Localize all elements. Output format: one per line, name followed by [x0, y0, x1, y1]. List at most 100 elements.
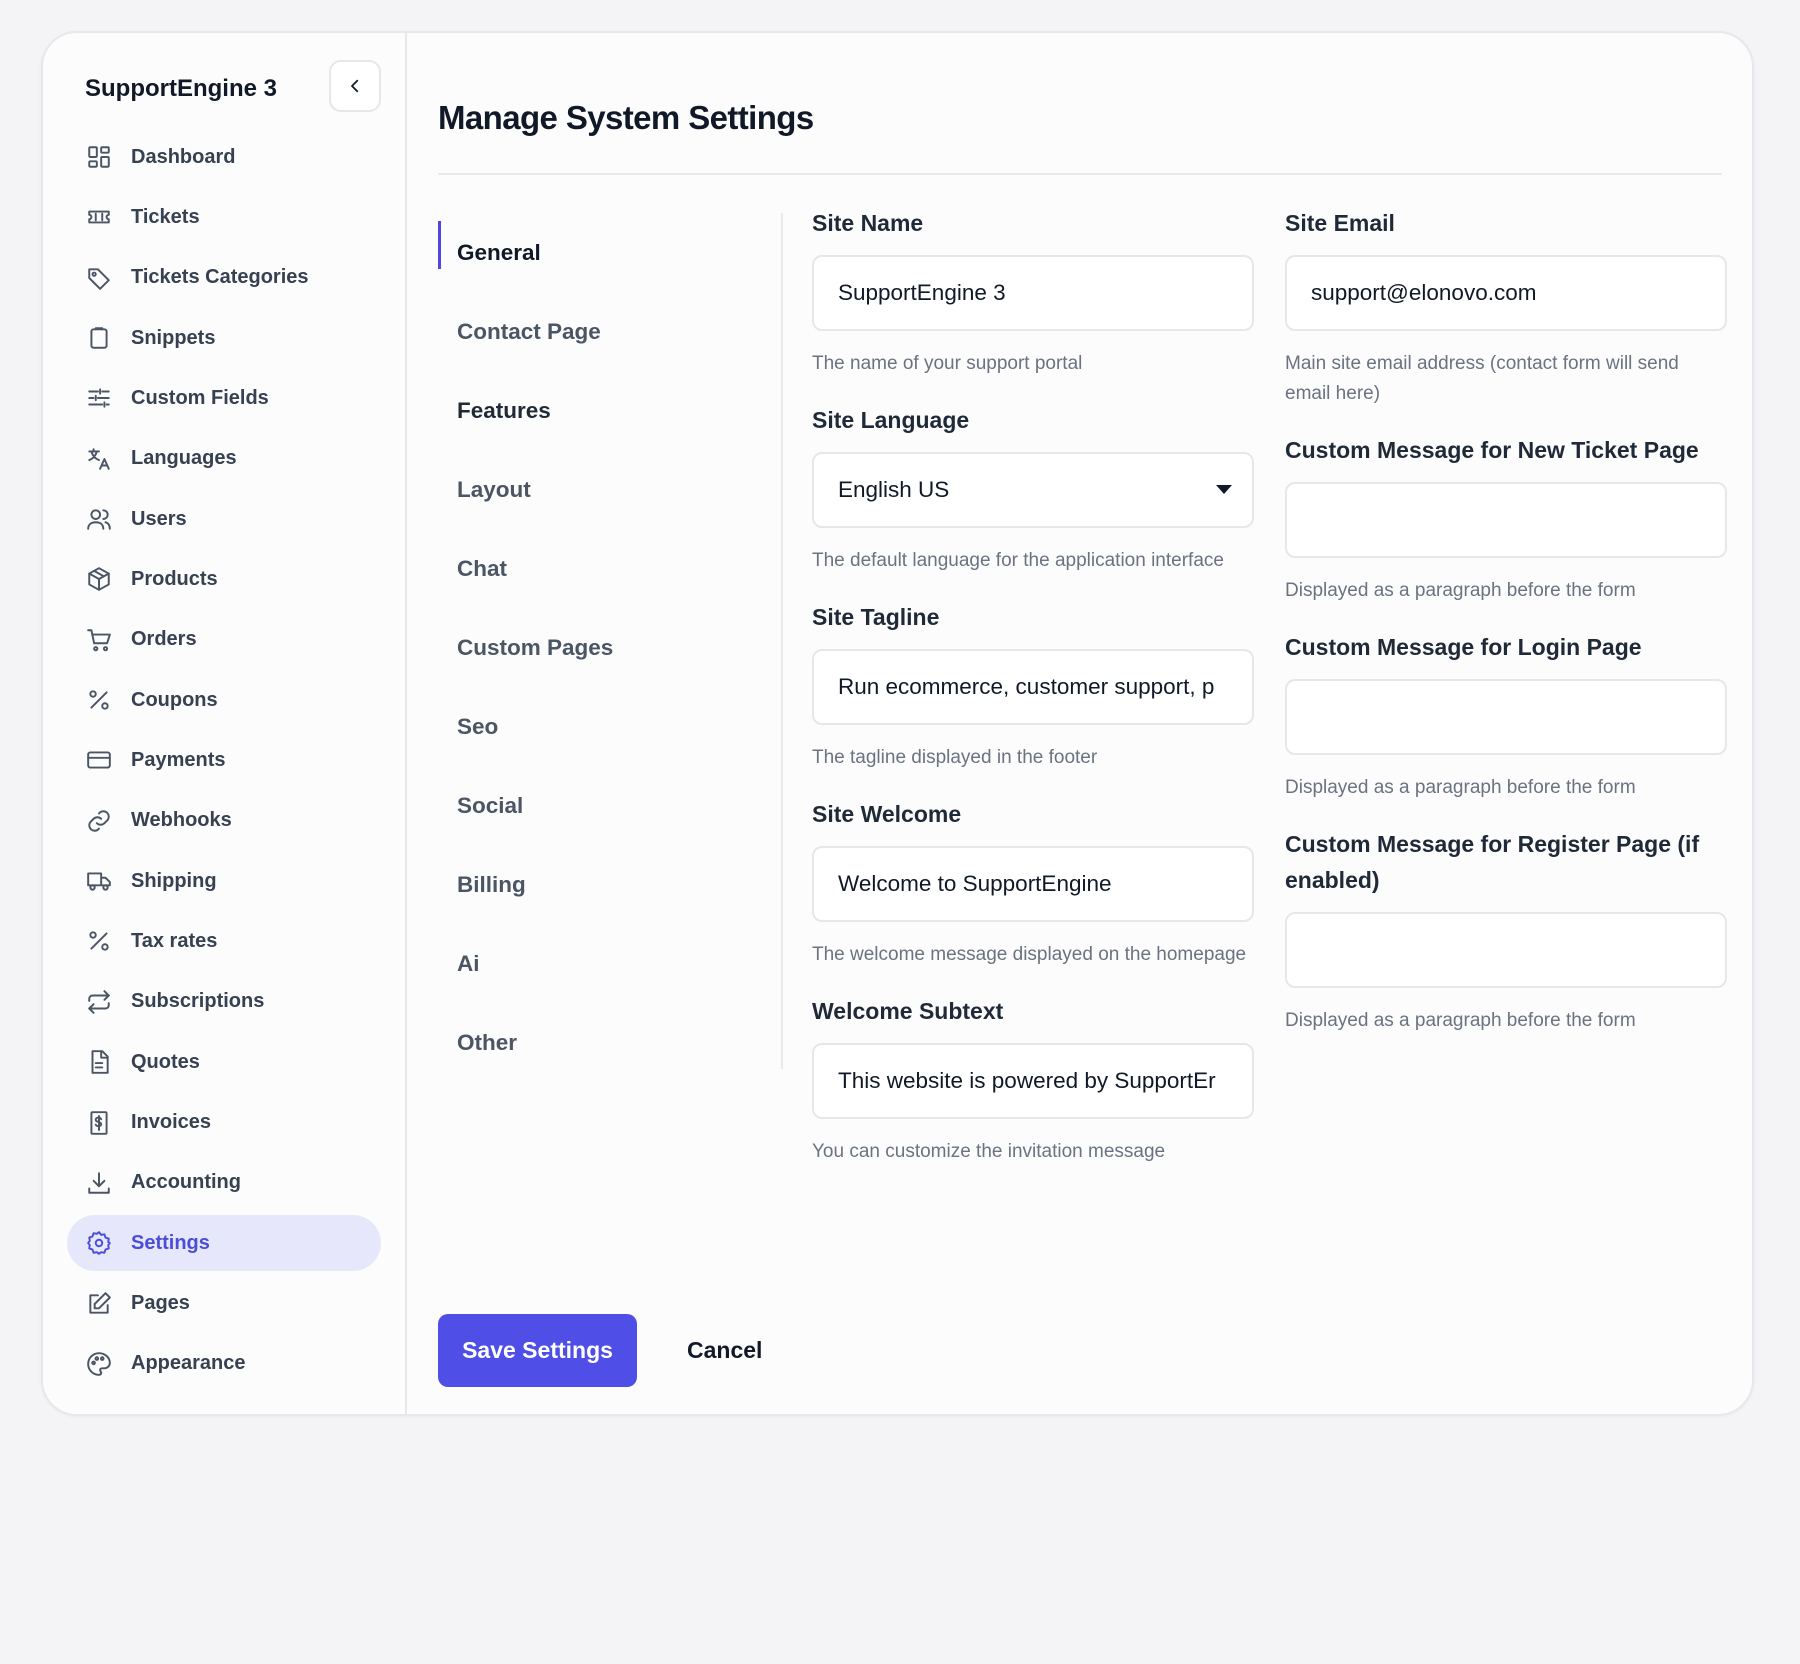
brand-title: SupportEngine 3	[85, 75, 277, 102]
sidebar-item-webhooks[interactable]: Webhooks	[67, 793, 381, 849]
sidebar-item-label: Quotes	[131, 1050, 200, 1073]
sidebar-item-settings[interactable]: Settings	[67, 1215, 381, 1272]
collapse-sidebar-button[interactable]	[329, 60, 381, 112]
sidebar-item-quotes[interactable]: Quotes	[67, 1034, 381, 1090]
site-welcome-help: The welcome message displayed on the hom…	[812, 944, 1247, 965]
site-welcome-label: Site Welcome	[812, 801, 962, 827]
tab-features[interactable]: Features	[438, 371, 781, 450]
sidebar-item-label: Subscriptions	[131, 990, 265, 1013]
tab-contact-page[interactable]: Contact Page	[438, 292, 781, 371]
save-settings-button[interactable]: Save Settings	[438, 1314, 637, 1387]
sidebar-item-label: Tickets Categories	[131, 266, 309, 289]
settings-tabs: General Contact Page Features Layout Cha…	[438, 213, 783, 1069]
sidebar-item-tickets-categories[interactable]: Tickets Categories	[67, 250, 381, 306]
site-email-label: Site Email	[1285, 210, 1395, 236]
sidebar-item-label: Appearance	[131, 1352, 246, 1375]
sidebar-item-label: Accounting	[131, 1171, 241, 1194]
sidebar-item-payments[interactable]: Payments	[67, 732, 381, 788]
new-ticket-message-group: Custom Message for New Ticket Page Displ…	[1285, 432, 1727, 606]
site-tagline-help: The tagline displayed in the footer	[812, 747, 1098, 768]
sidebar-item-coupons[interactable]: Coupons	[67, 672, 381, 728]
site-welcome-input[interactable]: Welcome to SupportEngine	[812, 846, 1254, 922]
new-ticket-message-label: Custom Message for New Ticket Page	[1285, 437, 1699, 463]
box-icon	[85, 565, 113, 593]
sidebar-item-label: Tickets	[131, 205, 200, 228]
document-icon	[85, 1048, 113, 1076]
palette-icon	[85, 1350, 113, 1378]
translate-icon	[85, 445, 113, 473]
cart-icon	[85, 626, 113, 654]
repeat-icon	[85, 988, 113, 1016]
sidebar-item-label: Snippets	[131, 326, 216, 349]
users-icon	[85, 505, 113, 533]
sidebar-item-tax-rates[interactable]: Tax rates	[67, 913, 381, 969]
tab-ai[interactable]: Ai	[438, 924, 781, 1003]
welcome-subtext-input[interactable]: This website is powered by SupportEr	[812, 1043, 1254, 1119]
sidebar-item-shipping[interactable]: Shipping	[67, 853, 381, 909]
caret-down-icon	[1216, 485, 1232, 494]
divider	[438, 173, 1722, 175]
sidebar-item-label: Custom Fields	[131, 386, 269, 409]
site-name-label: Site Name	[812, 210, 924, 236]
register-message-input[interactable]	[1285, 912, 1727, 988]
site-tagline-input[interactable]: Run ecommerce, customer support, p	[812, 649, 1254, 725]
site-welcome-group: Site Welcome Welcome to SupportEngine Th…	[812, 796, 1254, 970]
sidebar-item-subscriptions[interactable]: Subscriptions	[67, 974, 381, 1030]
truck-icon	[85, 867, 113, 895]
login-message-input[interactable]	[1285, 679, 1727, 755]
welcome-subtext-group: Welcome Subtext This website is powered …	[812, 993, 1254, 1167]
new-ticket-message-input[interactable]	[1285, 482, 1727, 558]
sidebar-item-users[interactable]: Users	[67, 491, 381, 547]
tab-layout[interactable]: Layout	[438, 450, 781, 529]
credit-card-icon	[85, 746, 113, 774]
chevron-left-icon	[351, 79, 359, 93]
site-name-input[interactable]: SupportEngine 3	[812, 255, 1254, 331]
sidebar-item-products[interactable]: Products	[67, 551, 381, 607]
sidebar-item-label: Pages	[131, 1292, 190, 1315]
register-message-help: Displayed as a paragraph before the form	[1285, 1010, 1636, 1031]
site-language-label: Site Language	[812, 407, 970, 433]
sidebar-item-snippets[interactable]: Snippets	[67, 310, 381, 366]
sidebar: SupportEngine 3 Dashboard Tickets Ticket…	[43, 33, 407, 1414]
dashboard-icon	[85, 143, 113, 171]
sidebar-item-dashboard[interactable]: Dashboard	[67, 129, 381, 185]
sidebar-item-label: Orders	[131, 628, 197, 651]
tab-social[interactable]: Social	[438, 766, 781, 845]
sidebar-item-label: Invoices	[131, 1111, 212, 1133]
sidebar-item-pages[interactable]: Pages	[67, 1276, 381, 1332]
app-window: SupportEngine 3 Dashboard Tickets Ticket…	[41, 31, 1754, 1416]
site-language-group: Site Language English US The default lan…	[812, 402, 1254, 576]
sidebar-item-label: Settings	[131, 1231, 210, 1254]
ticket-icon	[85, 203, 113, 231]
edit-icon	[85, 1290, 113, 1318]
register-message-label: Custom Message for Register Page (if ena…	[1285, 831, 1700, 893]
login-message-group: Custom Message for Login Page Displayed …	[1285, 629, 1727, 803]
sidebar-item-label: Languages	[131, 447, 237, 470]
new-ticket-message-help: Displayed as a paragraph before the form	[1285, 580, 1636, 601]
sidebar-item-label: Coupons	[131, 688, 218, 711]
site-language-select[interactable]: English US	[812, 452, 1254, 528]
sidebar-item-languages[interactable]: Languages	[67, 431, 381, 487]
sidebar-item-label: Tax rates	[131, 929, 218, 952]
tab-other[interactable]: Other	[438, 1003, 781, 1082]
sidebar-item-invoices[interactable]: Invoices	[67, 1095, 381, 1151]
site-tagline-label: Site Tagline	[812, 604, 940, 630]
sidebar-item-appearance[interactable]: Appearance	[67, 1336, 381, 1392]
sidebar-item-custom-fields[interactable]: Custom Fields	[67, 370, 381, 426]
tab-chat[interactable]: Chat	[438, 529, 781, 608]
gear-icon	[85, 1229, 113, 1257]
download-icon	[85, 1169, 113, 1197]
site-email-input[interactable]: support@elonovo.com	[1285, 255, 1727, 331]
sidebar-item-label: Products	[131, 567, 218, 590]
sidebar-item-label: Shipping	[131, 869, 217, 892]
sliders-icon	[85, 384, 113, 412]
tab-custom-pages[interactable]: Custom Pages	[438, 608, 781, 687]
sidebar-item-orders[interactable]: Orders	[67, 612, 381, 668]
site-email-group: Site Email support@elonovo.com Main site…	[1285, 205, 1727, 409]
sidebar-item-accounting[interactable]: Accounting	[67, 1155, 381, 1211]
sidebar-item-tickets[interactable]: Tickets	[67, 189, 381, 245]
tab-billing[interactable]: Billing	[438, 845, 781, 924]
tab-general[interactable]: General	[438, 213, 781, 292]
cancel-button[interactable]: Cancel	[667, 1314, 782, 1387]
tab-seo[interactable]: Seo	[438, 687, 781, 766]
